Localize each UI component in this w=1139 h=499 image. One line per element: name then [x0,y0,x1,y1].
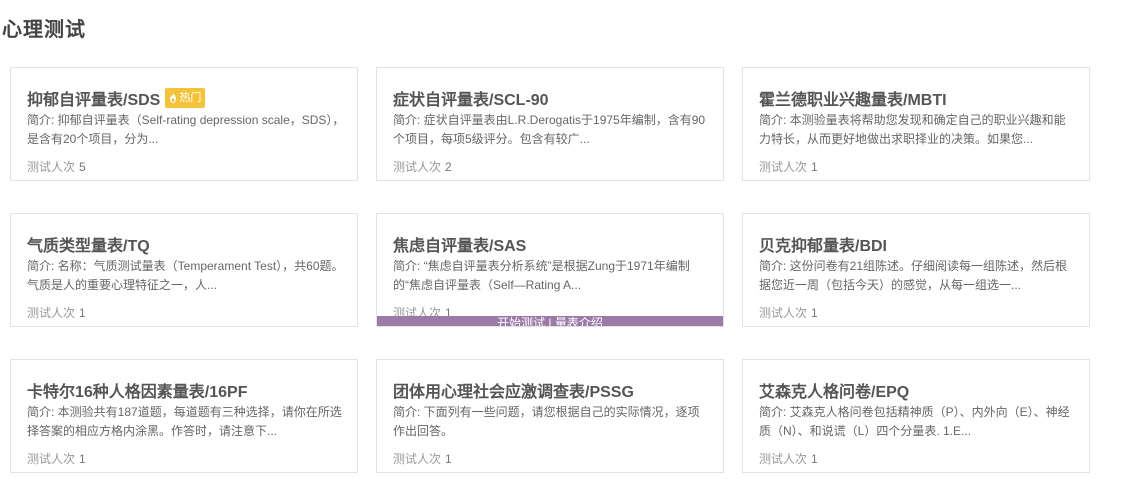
test-card[interactable]: 卡特尔16种人格因素量表/16PF 简介: 本测验共有187道题，每道题有三种选择… [10,359,358,473]
card-title-row: 症状自评量表/SCL-90 [393,86,549,110]
test-count-row: 测试人次 1 [759,304,818,321]
test-count-value: 1 [811,452,818,466]
test-count-value: 1 [811,160,818,174]
card-title-row: 艾森克人格问卷/EPQ [759,378,909,402]
test-count-label: 测试人次 [759,160,808,174]
card-title-row: 抑郁自评量表/SDS 热门 [27,86,206,110]
card-description: 简介: 症状自评量表由L.R.Derogatis于1975年编制，含有90个项目… [393,113,706,146]
card-title-row: 焦虑自评量表/SAS [393,232,526,256]
test-count-value: 1 [811,306,818,320]
flame-icon [170,93,177,103]
card-title-row: 卡特尔16种人格因素量表/16PF [27,378,248,402]
hot-badge: 热门 [165,88,206,108]
card-title[interactable]: 艾森克人格问卷/EPQ [759,378,909,402]
test-count-row: 测试人次 5 [27,158,86,175]
test-count-value: 1 [445,452,452,466]
test-count-row: 测试人次 1 [27,304,86,321]
start-test-bar[interactable]: 开始测试 | 量表介绍 [377,316,723,326]
card-description: 简介: 这份问卷有21组陈述。仔细阅读每一组陈述，然后根据您近一周（包括今天）的… [759,259,1068,292]
card-title-row: 气质类型量表/TQ [27,232,150,256]
card-title[interactable]: 抑郁自评量表/SDS [27,86,160,110]
card-description: 简介: 艾森克人格问卷包括精神质（P）、内外向（E）、神经质（N）、和说谎（L）… [759,405,1070,438]
test-count-value: 1 [79,306,86,320]
test-card[interactable]: 贝克抑郁量表/BDI 简介: 这份问卷有21组陈述。仔细阅读每一组陈述，然后根据您… [742,213,1090,327]
card-description: 简介: 本测验量表将帮助您发现和确定自己的职业兴趣和能力特长，从而更好地做出求职… [759,113,1066,146]
card-title[interactable]: 贝克抑郁量表/BDI [759,232,887,256]
card-title-row: 霍兰德职业兴趣量表/MBTI [759,86,947,110]
test-count-label: 测试人次 [759,452,808,466]
card-title[interactable]: 霍兰德职业兴趣量表/MBTI [759,86,947,110]
card-description: 简介: “焦虑自评量表分析系统”是根据Zung于1971年编制的“焦虑自评量表（… [393,259,690,292]
test-count-label: 测试人次 [393,160,442,174]
test-count-row: 测试人次 1 [759,450,818,467]
test-card[interactable]: 焦虑自评量表/SAS 简介: “焦虑自评量表分析系统”是根据Zung于1971年编… [376,213,724,327]
test-count-label: 测试人次 [27,452,76,466]
hot-badge-label: 热门 [179,92,202,104]
card-title-row: 团体用心理社会应激调查表/PSSG [393,378,634,402]
test-count-row: 测试人次 1 [393,450,452,467]
test-card[interactable]: 气质类型量表/TQ 简介: 名称：气质测试量表（Temperament Test）… [10,213,358,327]
test-count-label: 测试人次 [759,306,808,320]
card-title[interactable]: 焦虑自评量表/SAS [393,232,526,256]
page-title: 心理测试 [2,19,86,41]
test-card[interactable]: 艾森克人格问卷/EPQ 简介: 艾森克人格问卷包括精神质（P）、内外向（E）、神经… [742,359,1090,473]
card-title[interactable]: 卡特尔16种人格因素量表/16PF [27,378,248,402]
test-count-label: 测试人次 [27,306,76,320]
card-title-row: 贝克抑郁量表/BDI [759,232,887,256]
test-card[interactable]: 团体用心理社会应激调查表/PSSG 简介: 下面列有一些问题，请您根据自己的实际情… [376,359,724,473]
test-count-value: 2 [445,160,452,174]
card-description: 简介: 下面列有一些问题，请您根据自己的实际情况，逐项作出回答。 [393,405,700,438]
test-card[interactable]: 抑郁自评量表/SDS 热门简介: 抑郁自评量表（Self-rating depre… [10,67,358,181]
test-count-value: 1 [79,452,86,466]
test-count-row: 测试人次 2 [393,158,452,175]
card-title[interactable]: 团体用心理社会应激调查表/PSSG [393,378,634,402]
card-title[interactable]: 症状自评量表/SCL-90 [393,86,549,110]
test-count-row: 测试人次 1 [27,450,86,467]
test-count-row: 测试人次 1 [759,158,818,175]
card-description: 简介: 名称：气质测试量表（Temperament Test），共60题。 气质… [27,259,344,292]
test-count-label: 测试人次 [27,160,76,174]
test-count-value: 5 [79,160,86,174]
test-card[interactable]: 霍兰德职业兴趣量表/MBTI 简介: 本测验量表将帮助您发现和确定自己的职业兴趣和… [742,67,1090,181]
card-title[interactable]: 气质类型量表/TQ [27,232,150,256]
card-description: 简介: 本测验共有187道题，每道题有三种选择，请你在所选择答案的相应方格内涂黑… [27,405,342,438]
test-count-label: 测试人次 [393,452,442,466]
card-description: 简介: 抑郁自评量表（Self-rating depression scale，… [27,113,345,146]
test-card[interactable]: 症状自评量表/SCL-90 简介: 症状自评量表由L.R.Derogatis于19… [376,67,724,181]
